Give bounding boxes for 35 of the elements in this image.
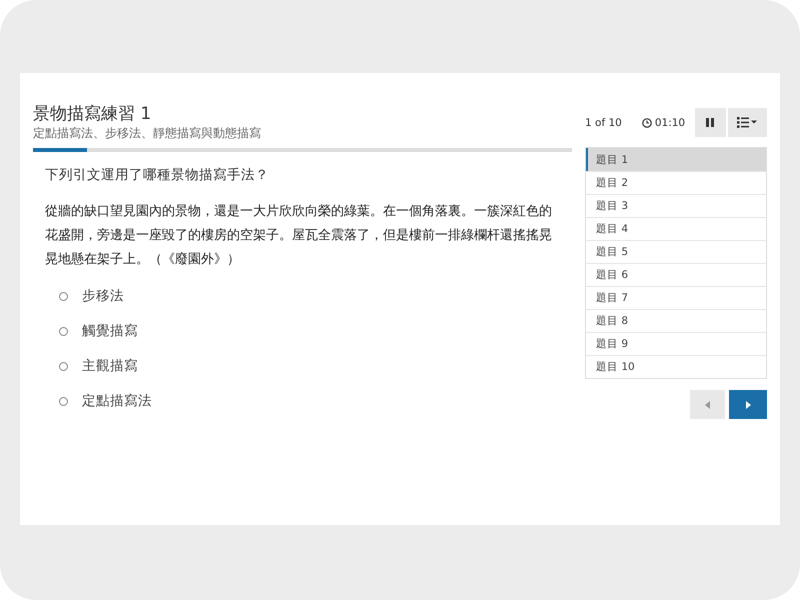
option-label: 觸覺描寫 <box>82 322 138 340</box>
option-label: 步移法 <box>82 287 124 305</box>
list-menu-button[interactable] <box>728 108 767 137</box>
radio-button[interactable] <box>59 362 68 370</box>
timer-text: 01:10 <box>654 116 686 128</box>
answer-option[interactable]: 定點描寫法 <box>59 391 572 411</box>
quiz-subtitle: 定點描寫法、步移法、靜態描寫與動態描寫 <box>33 125 262 141</box>
left-arrow-icon <box>705 400 710 408</box>
question-list-item[interactable]: 題目 8 <box>586 309 766 332</box>
pause-button[interactable] <box>695 108 726 137</box>
right-arrow-icon <box>746 400 750 408</box>
answer-option[interactable]: 主觀描寫 <box>59 356 572 376</box>
option-label: 定點描寫法 <box>82 392 152 410</box>
question-counter: 1 of 10 <box>585 116 622 128</box>
radio-button[interactable] <box>59 326 68 336</box>
pause-icon <box>706 118 714 127</box>
question-list-item[interactable]: 題目 5 <box>586 240 766 263</box>
radio-button[interactable] <box>59 292 68 300</box>
question-list-item[interactable]: 題目 7 <box>586 286 766 309</box>
answer-option[interactable]: 觸覺描寫 <box>59 321 572 341</box>
list-icon <box>737 117 758 128</box>
question-list-item[interactable]: 題目 3 <box>586 194 766 217</box>
answer-option[interactable]: 步移法 <box>59 286 572 306</box>
option-label: 主觀描寫 <box>82 357 138 375</box>
question-list-item[interactable]: 題目 6 <box>586 263 766 286</box>
radio-button[interactable] <box>59 396 68 406</box>
question-list-item[interactable]: 題目 9 <box>586 332 766 355</box>
question-list-item[interactable]: 題目 1 <box>586 148 766 171</box>
question-prompt: 下列引文運用了哪種景物描寫手法？ <box>45 166 270 184</box>
question-passage: 從牆的缺口望見園內的景物，還是一大片欣欣向榮的綠葉。在一個角落裏。一簇深紅色的花盛開，旁邊是一座毀了的樓房的空架子。屋瓦全震落了，但是樓前一排綠欄杆還搖搖晃晃地懸在架子上。（《廢園外》） <box>45 203 553 269</box>
question-list-item[interactable]: 題目 10 <box>586 355 766 378</box>
quiz-title: 景物描寫練習 1 <box>33 103 152 125</box>
clock-icon <box>642 118 652 128</box>
question-list-item[interactable]: 題目 4 <box>586 217 766 240</box>
question-list-item[interactable]: 題目 2 <box>586 171 766 194</box>
